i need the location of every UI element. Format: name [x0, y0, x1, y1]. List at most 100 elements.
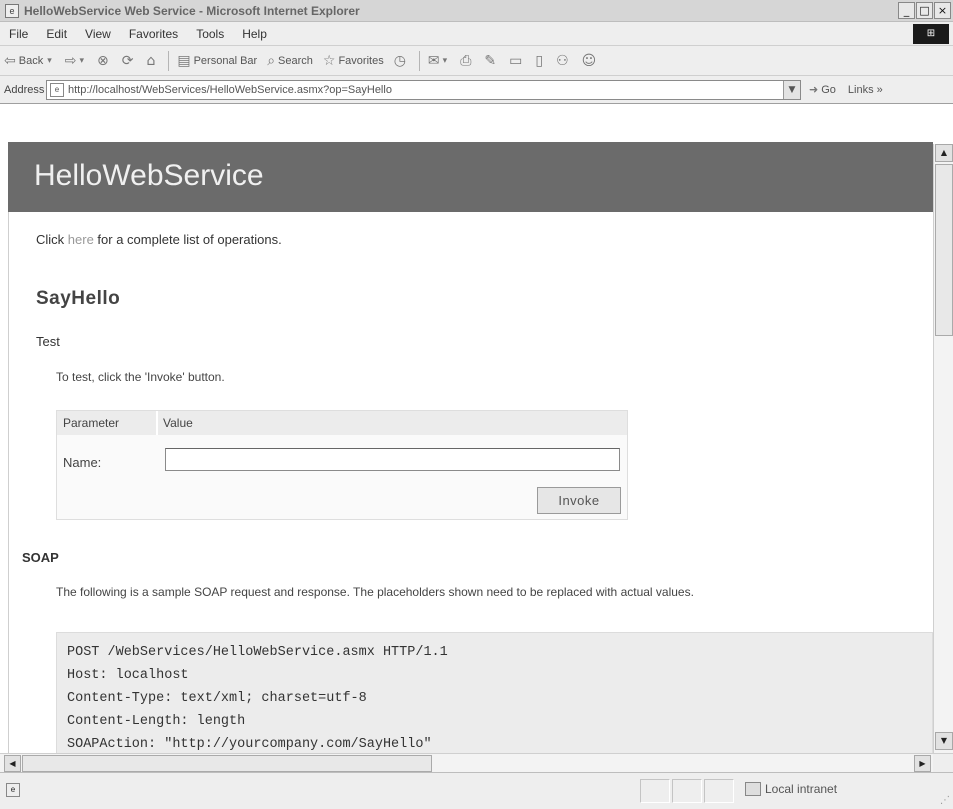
menu-help[interactable]: Help: [233, 27, 276, 41]
discuss-button[interactable]: ▭: [509, 53, 525, 69]
discuss-icon: ▭: [509, 52, 523, 69]
messenger-icon: ⚇: [556, 52, 569, 69]
history-button[interactable]: ◷: [394, 53, 409, 69]
code-line: Host: localhost: [67, 668, 189, 683]
name-input[interactable]: [165, 448, 620, 471]
test-heading: Test: [36, 334, 60, 349]
code-line: POST /WebServices/HelloWebService.asmx H…: [67, 645, 448, 660]
favorites-icon: ☆: [322, 52, 336, 69]
content-border: [8, 142, 9, 753]
favorites-label: Favorites: [338, 54, 384, 67]
edit-button[interactable]: ✎: [484, 53, 499, 69]
invoke-button[interactable]: Invoke: [537, 487, 621, 514]
forward-arrow-icon: ⇨: [64, 52, 77, 69]
window-title: HelloWebService Web Service - Microsoft …: [24, 3, 360, 18]
status-pane: [672, 779, 702, 803]
mail-button[interactable]: ✉ ▾: [428, 53, 450, 69]
name-label: Name:: [63, 455, 102, 470]
code-line: SOAPAction: "http://yourcompany.com/SayH…: [67, 737, 432, 752]
personal-bar-icon: ▤: [177, 52, 191, 69]
test-description: To test, click the 'Invoke' button.: [56, 370, 225, 384]
stop-button[interactable]: ⊗: [97, 53, 112, 69]
menu-bar: File Edit View Favorites Tools Help ⊞: [0, 22, 953, 46]
research-button[interactable]: ▯: [535, 53, 546, 69]
print-button[interactable]: ⎙: [460, 53, 474, 69]
operations-link[interactable]: here: [68, 232, 94, 247]
back-dropdown-icon[interactable]: ▾: [47, 56, 52, 66]
home-button[interactable]: ⌂: [146, 53, 158, 69]
scroll-up-icon[interactable]: ▲: [935, 144, 953, 162]
status-bar: e Local intranet ⋰: [0, 772, 953, 809]
parameter-form: Parameter Value Name: Invoke: [56, 410, 628, 520]
zone-label: Local intranet: [765, 782, 838, 796]
go-button[interactable]: ➜ Go: [809, 83, 836, 96]
resize-grip-icon[interactable]: ⋰: [940, 795, 950, 806]
window-controls: _ □ ×: [898, 2, 951, 19]
address-bar: Address e http://localhost/WebServices/H…: [0, 76, 953, 104]
links-button[interactable]: Links »: [848, 84, 883, 96]
column-divider: [156, 411, 158, 435]
mail-dropdown-icon[interactable]: ▾: [443, 56, 448, 66]
horizontal-scroll-thumb[interactable]: [22, 755, 432, 772]
menu-file[interactable]: File: [0, 27, 37, 41]
go-arrow-icon: ➜: [809, 83, 819, 96]
code-line: Content-Length: length: [67, 714, 246, 729]
vertical-scrollbar[interactable]: ▲ ▼: [933, 144, 953, 769]
personal-bar-button[interactable]: ▤ Personal Bar: [177, 53, 257, 69]
ie-page-icon: e: [5, 3, 19, 18]
back-arrow-icon: ⇦: [4, 52, 16, 69]
menu-view[interactable]: View: [76, 27, 120, 41]
menu-favorites[interactable]: Favorites: [120, 27, 187, 41]
menu-tools[interactable]: Tools: [187, 27, 233, 41]
toolbar-separator: [418, 50, 420, 71]
forward-button[interactable]: ⇨ ▾: [65, 53, 87, 69]
address-url[interactable]: http://localhost/WebServices/HelloWebSer…: [68, 84, 392, 96]
maximize-button[interactable]: □: [916, 2, 933, 19]
search-label: Search: [278, 54, 313, 67]
address-dropdown-icon[interactable]: ▼: [783, 80, 800, 99]
research-icon: ▯: [535, 52, 544, 69]
user-button[interactable]: ☺: [582, 53, 600, 69]
title-bar: e HelloWebService Web Service - Microsof…: [0, 0, 953, 22]
user-icon: ☺: [581, 52, 597, 69]
refresh-button[interactable]: ⟳: [122, 53, 137, 69]
scroll-right-icon[interactable]: ▶: [914, 755, 931, 772]
search-button[interactable]: ⌕ Search: [267, 53, 313, 69]
scroll-left-icon[interactable]: ◀: [4, 755, 21, 772]
ops-prefix: Click: [36, 232, 68, 247]
history-icon: ◷: [393, 52, 406, 69]
vertical-scroll-thumb[interactable]: [935, 164, 953, 336]
horizontal-scrollbar[interactable]: ◀ ▶: [0, 753, 953, 773]
status-pane: [640, 779, 670, 803]
search-icon: ⌕: [267, 52, 276, 69]
page-viewport: HelloWebService Click here for a complet…: [0, 104, 933, 753]
personal-bar-label: Personal Bar: [193, 54, 258, 67]
refresh-icon: ⟳: [121, 52, 134, 69]
page-icon: e: [50, 82, 64, 97]
ops-suffix: for a complete list of operations.: [93, 232, 282, 247]
address-input[interactable]: e http://localhost/WebServices/HelloWebS…: [46, 79, 801, 100]
intranet-icon: [745, 782, 761, 796]
toolbar-separator: [168, 50, 170, 71]
soap-description: The following is a sample SOAP request a…: [56, 585, 694, 599]
stop-icon: ⊗: [97, 52, 109, 69]
status-page-icon: e: [6, 783, 20, 797]
operations-line: Click here for a complete list of operat…: [36, 232, 282, 247]
scroll-down-icon[interactable]: ▼: [935, 732, 953, 750]
operation-title: SayHello: [36, 288, 121, 309]
minimize-button[interactable]: _: [898, 2, 915, 19]
menu-edit[interactable]: Edit: [37, 27, 76, 41]
forward-dropdown-icon[interactable]: ▾: [79, 56, 84, 66]
edit-icon: ✎: [484, 52, 497, 69]
toolbar: ⇦ Back ▾ ⇨ ▾ ⊗ ⟳ ⌂ ▤ Personal Bar ⌕ Sear…: [0, 46, 953, 76]
messenger-button[interactable]: ⚇: [556, 53, 572, 69]
back-button[interactable]: ⇦ Back ▾: [4, 53, 55, 69]
close-button[interactable]: ×: [934, 2, 951, 19]
home-icon: ⌂: [146, 52, 156, 69]
service-header: HelloWebService: [8, 142, 933, 212]
favorites-button[interactable]: ☆ Favorites: [323, 53, 384, 69]
print-icon: ⎙: [460, 52, 472, 69]
scrollbar-corner: [933, 754, 953, 773]
code-line: Content-Type: text/xml; charset=utf-8: [67, 691, 367, 706]
soap-request-code: POST /WebServices/HelloWebService.asmx H…: [56, 632, 933, 753]
